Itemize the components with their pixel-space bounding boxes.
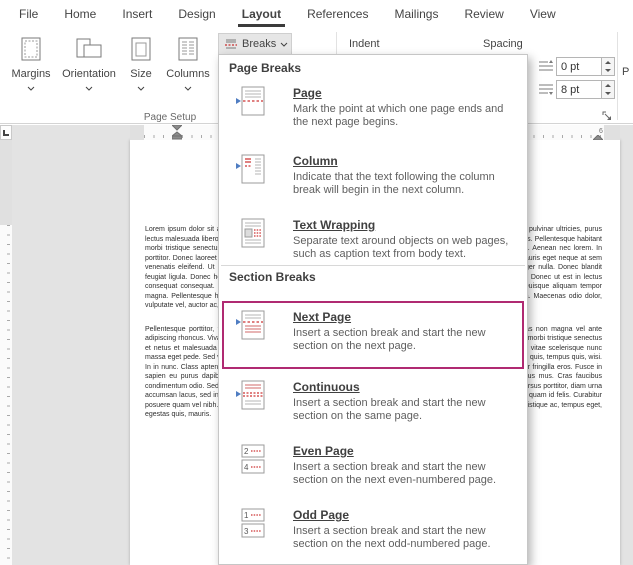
menu-item-even-page[interactable]: 24 Even Page Insert a section break and … [221, 441, 525, 503]
paragraph-dialog-launcher-icon[interactable] [601, 110, 614, 123]
menu-item-title: Next Page [293, 310, 513, 324]
menu-item-odd-page[interactable]: 13 Odd Page Insert a section break and s… [221, 505, 525, 565]
spacing-after-stepper [602, 80, 615, 99]
next-page-break-icon [235, 310, 269, 345]
breaks-label: Breaks [242, 38, 276, 50]
menu-item-column[interactable]: Column Indicate that the text following … [221, 151, 525, 213]
menu-item-text-wrapping[interactable]: Text Wrapping Separate text around objec… [221, 215, 525, 277]
margins-label: Margins [11, 68, 50, 80]
menu-item-description: Insert a section break and start the new… [293, 461, 513, 487]
section-breaks-header: Section Breaks [229, 270, 316, 284]
menu-item-title: Odd Page [293, 508, 513, 522]
spacing-before-decrement[interactable] [602, 67, 614, 76]
page-setup-group-label: Page Setup [120, 112, 220, 123]
column-break-icon [235, 154, 269, 189]
menu-item-description: Insert a section break and start the new… [293, 525, 513, 551]
indent-label: Indent [349, 38, 380, 50]
menu-item-title: Even Page [293, 444, 513, 458]
menu-item-continuous[interactable]: Continuous Insert a section break and st… [221, 377, 525, 439]
page-breaks-header: Page Breaks [229, 61, 301, 75]
svg-text:3: 3 [244, 527, 249, 536]
spacing-label: Spacing [483, 38, 523, 50]
menu-item-title: Page [293, 86, 513, 100]
svg-text:2: 2 [244, 447, 249, 456]
spacing-before-value: 0 pt [561, 61, 579, 73]
orientation-chevron-down-icon [85, 82, 93, 94]
size-button[interactable]: Size [122, 32, 160, 106]
spacing-after-field[interactable]: 8 pt [556, 80, 602, 99]
spacing-after-icon [538, 82, 554, 96]
continuous-break-icon [235, 380, 269, 415]
menu-item-next-page[interactable]: Next Page Insert a section break and sta… [221, 307, 525, 369]
right-indent-marker[interactable] [593, 131, 603, 140]
margins-chevron-down-icon [27, 82, 35, 94]
menu-item-title: Text Wrapping [293, 218, 513, 232]
spacing-after-decrement[interactable] [602, 90, 614, 99]
margins-icon [18, 34, 44, 64]
menu-item-title: Column [293, 154, 513, 168]
tab-insert[interactable]: Insert [109, 0, 165, 28]
breaks-button[interactable]: Breaks [218, 33, 292, 55]
odd-page-break-icon: 13 [235, 508, 269, 543]
tab-mailings[interactable]: Mailings [381, 0, 451, 28]
svg-text:1: 1 [244, 511, 249, 520]
columns-chevron-down-icon [184, 82, 192, 94]
page-break-icon [235, 86, 269, 121]
tab-view[interactable]: View [517, 0, 569, 28]
menu-item-description: Indicate that the text following the col… [293, 171, 513, 197]
menu-item-description: Insert a section break and start the new… [293, 397, 513, 423]
text-wrapping-break-icon [235, 218, 269, 253]
size-chevron-down-icon [137, 82, 145, 94]
orientation-button[interactable]: Orientation [58, 32, 120, 106]
menu-separator [221, 265, 525, 266]
spacing-before-field[interactable]: 0 pt [556, 57, 602, 76]
spacing-after-value: 8 pt [561, 84, 579, 96]
columns-button[interactable]: Columns [162, 32, 214, 106]
columns-label: Columns [166, 68, 209, 80]
vertical-ruler [0, 140, 12, 565]
tab-file[interactable]: File [6, 0, 51, 28]
orientation-label: Orientation [62, 68, 116, 80]
orientation-icon [75, 34, 103, 64]
spacing-before-increment[interactable] [602, 58, 614, 67]
menu-item-title: Continuous [293, 380, 513, 394]
menu-item-description: Mark the point at which one page ends an… [293, 103, 513, 129]
margins-button[interactable]: Margins [6, 32, 56, 106]
tab-home[interactable]: Home [51, 0, 109, 28]
svg-text:4: 4 [244, 463, 249, 472]
size-label: Size [130, 68, 151, 80]
size-icon [129, 34, 153, 64]
columns-icon [176, 34, 200, 64]
ribbon-tabs-bar: File Home Insert Design Layout Reference… [0, 0, 633, 28]
tab-stop-selector[interactable] [0, 125, 12, 140]
left-tab-icon [3, 130, 9, 136]
page-break-glyph-icon [224, 37, 238, 51]
breaks-chevron-down-icon [280, 42, 288, 47]
spacing-after-increment[interactable] [602, 81, 614, 90]
spacing-before-stepper [602, 57, 615, 76]
breaks-dropdown-menu: Page Breaks Page Mark the point at which… [218, 54, 528, 565]
group-separator [617, 32, 618, 120]
tab-design[interactable]: Design [165, 0, 228, 28]
arrange-group-cutoff-label: P [622, 66, 629, 78]
spacing-before-icon [538, 59, 554, 73]
menu-item-description: Separate text around objects on web page… [293, 235, 513, 261]
even-page-break-icon: 24 [235, 444, 269, 479]
tab-layout[interactable]: Layout [229, 0, 294, 28]
tab-references[interactable]: References [294, 0, 381, 28]
menu-item-description: Insert a section break and start the new… [293, 327, 513, 353]
vertical-ruler-text-area [0, 225, 12, 565]
menu-item-page[interactable]: Page Mark the point at which one page en… [221, 83, 525, 145]
tab-review[interactable]: Review [451, 0, 516, 28]
indent-markers[interactable] [172, 125, 182, 140]
